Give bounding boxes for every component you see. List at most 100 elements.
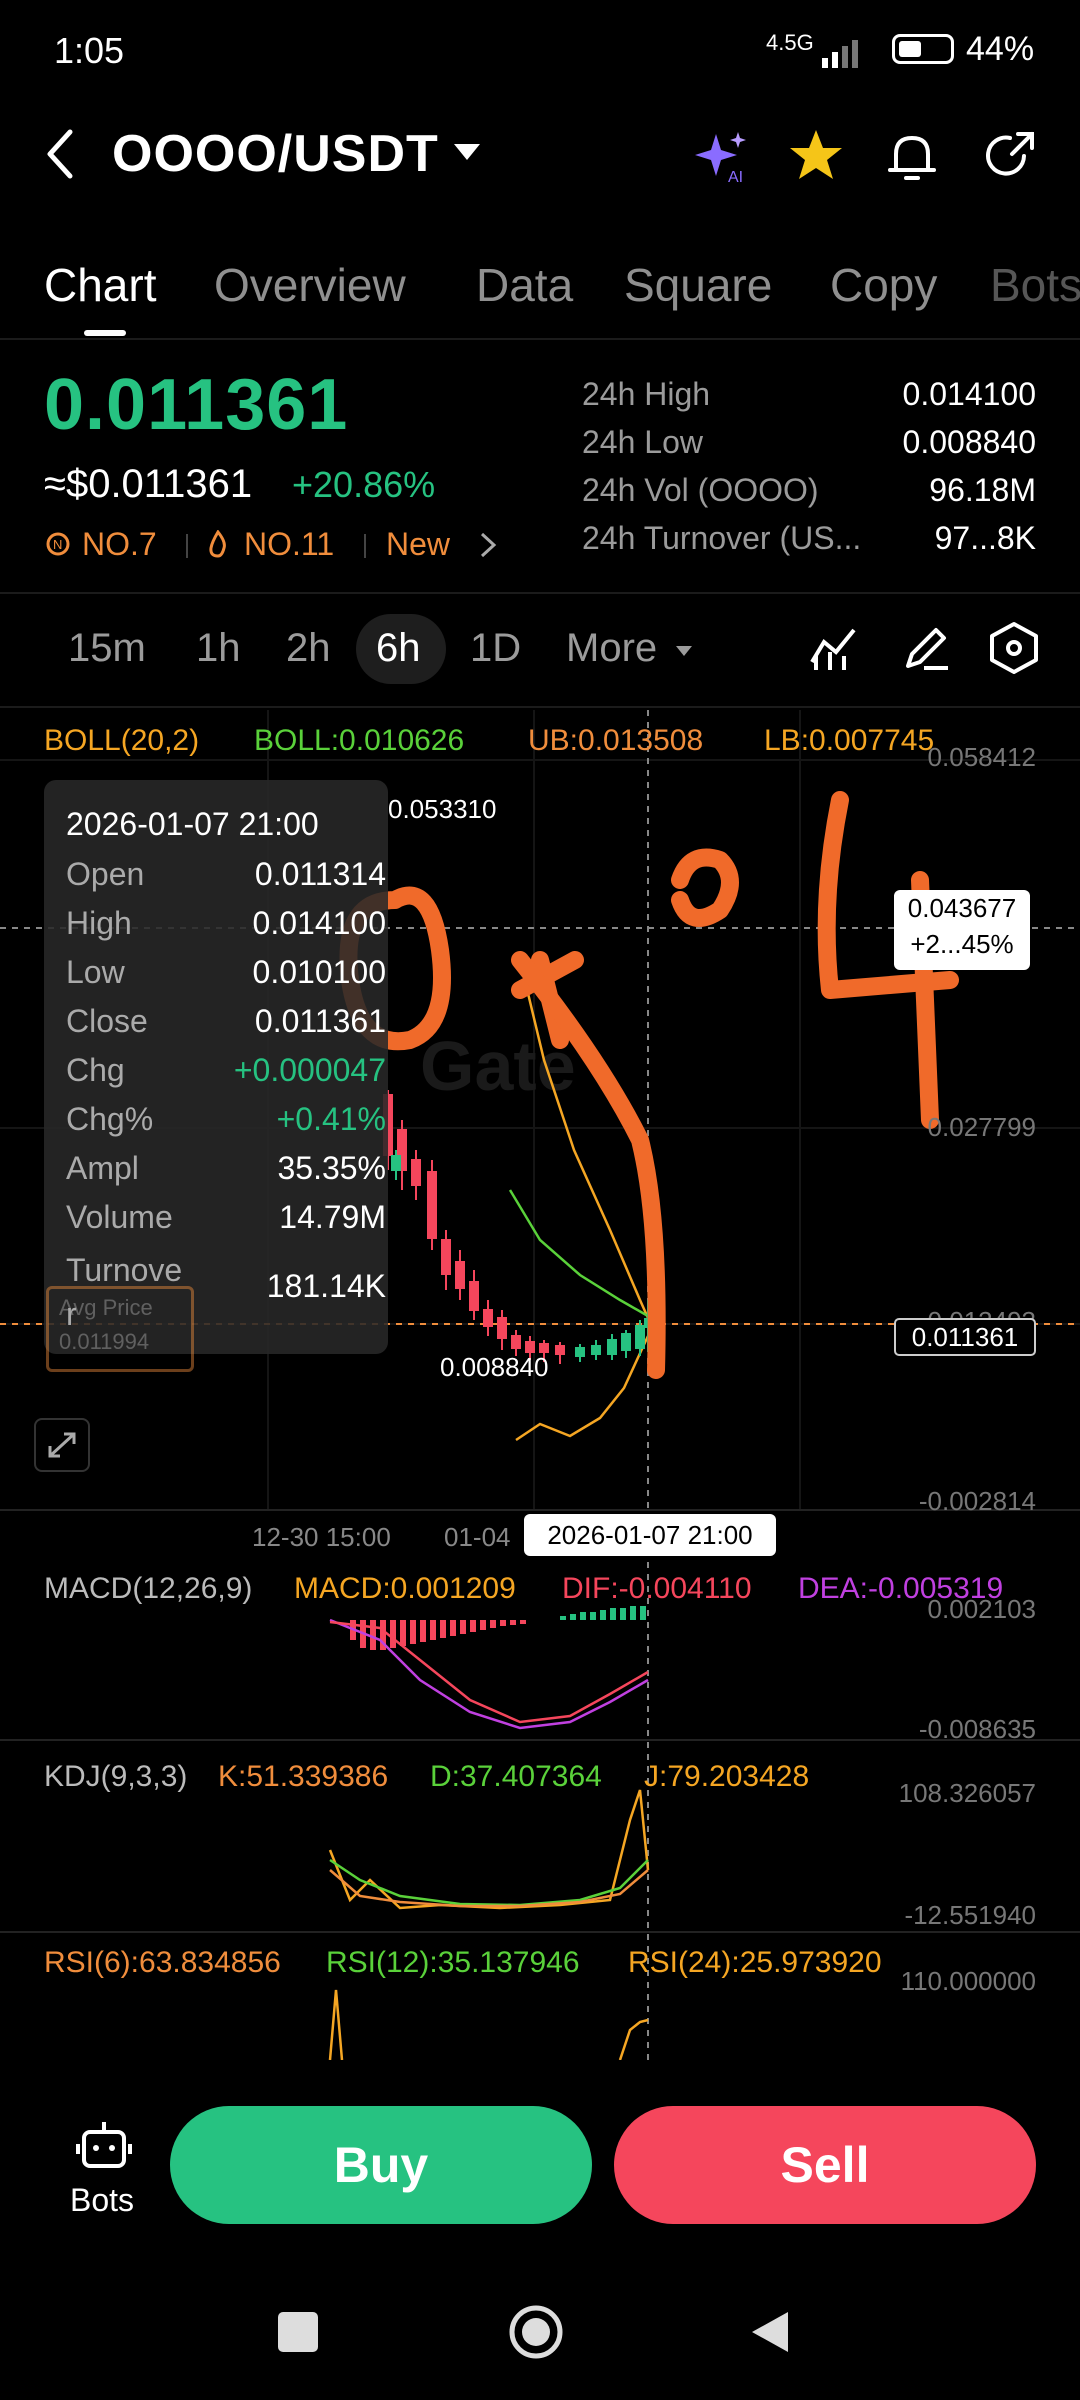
back-nav-icon[interactable] [748,2308,792,2356]
battery-icon [892,34,954,64]
flame-icon [206,529,230,563]
battery-percent: 44% [966,30,1035,68]
rank-badge-1[interactable]: NO.7 [82,526,157,563]
active-tab-indicator [84,330,126,336]
tooltip-value: 35.35% [277,1150,386,1186]
crosshair-date: 2026-01-07 21:00 [524,1514,776,1556]
macd-axis-bottom: -0.008635 [918,1714,1036,1744]
bell-icon[interactable] [882,126,942,186]
boll-value: BOLL:0.010626 [254,724,465,757]
interval-2h[interactable]: 2h [286,626,331,671]
stat-value: 96.18M [929,472,1036,508]
tab-chart[interactable]: Chart [44,258,156,312]
kdj-d: D:37.407364 [430,1760,602,1793]
x-axis-label: 01-04 [444,1522,511,1552]
rsi-6: RSI(6):63.834856 [44,1946,281,1979]
tooltip-value: +0.000047 [233,1052,386,1088]
interval-15m[interactable]: 15m [68,626,146,671]
new-badge[interactable]: New [386,526,450,563]
signal-icon [822,38,878,73]
stat-value: 0.008840 [902,424,1036,460]
buy-button[interactable]: Buy [170,2106,592,2224]
tab-overview[interactable]: Overview [214,258,406,312]
bots-label[interactable]: Bots [70,2182,134,2219]
draw-pen-icon[interactable] [900,622,952,679]
avg-price-value: 0.011994 [59,1329,150,1354]
network-indicator: 4.5G [766,30,814,55]
interval-1d[interactable]: 1D [470,626,521,671]
back-arrow-icon[interactable] [40,124,84,184]
tab-bots[interactable]: Bots [990,258,1080,312]
rsi-24: RSI(24):25.973920 [628,1946,882,1979]
ai-sparkle-icon[interactable]: AI [694,126,754,186]
chevron-right-icon[interactable] [478,530,498,565]
y-axis-label: 0.027799 [927,1112,1036,1142]
crosshair-price: 0.043677 [907,893,1017,923]
avg-price-label: Avg Price [59,1295,153,1320]
stat-label: 24h Vol (OOOO) [582,472,819,508]
rsi-axis-top: 110.000000 [900,1966,1036,1996]
fiat-price: ≈$0.011361 [44,462,253,506]
tooltip-value: 0.010100 [252,954,386,990]
stat-label: 24h Low [582,424,703,460]
settings-hexagon-icon[interactable] [988,620,1040,681]
tooltip-value: 0.014100 [252,905,386,941]
share-icon[interactable] [980,126,1040,186]
boll-ub: UB:0.013508 [528,724,704,757]
kdj-k: K:51.339386 [218,1760,389,1793]
trading-pair-title[interactable]: OOOO/USDT [112,124,439,184]
indicator-icon[interactable] [808,622,860,679]
recent-apps-icon[interactable] [278,2312,318,2352]
y-axis-label: 0.058412 [927,742,1036,772]
interval-1h[interactable]: 1h [196,626,241,671]
interval-more[interactable]: More [566,626,657,671]
bots-robot-icon[interactable] [76,2118,132,2174]
macd-dif: DIF:-0.004110 [562,1572,752,1605]
tooltip-label: Ampl [66,1150,139,1186]
kdj-axis-bottom: -12.551940 [904,1900,1036,1930]
star-icon[interactable] [786,126,846,186]
stat-value: 97...8K [934,520,1036,556]
status-time: 1:05 [54,30,125,71]
x-axis-label: 12-30 15:00 [252,1522,391,1552]
tooltip-value: 14.79M [279,1199,386,1235]
divider [364,534,366,558]
stat-value: 0.014100 [902,376,1036,412]
expand-icon[interactable] [34,1418,90,1472]
macd-axis-top: 0.002103 [927,1594,1036,1624]
pair-dropdown-icon[interactable] [454,144,480,160]
tab-copy[interactable]: Copy [830,258,937,312]
tooltip-value: +0.41% [276,1101,386,1137]
low-marker: 0.008840 [440,1352,549,1382]
sell-button[interactable]: Sell [614,2106,1036,2224]
price-change: +20.86% [292,464,436,505]
svg-text:N: N [53,537,62,552]
last-price: 0.011361 [44,365,349,445]
divider [186,534,188,558]
crosshair-change: +2...45% [910,929,1014,959]
rank-n-icon: N [46,532,70,561]
boll-lb: LB:0.007745 [764,724,935,757]
tooltip-label: Chg% [66,1101,154,1137]
tooltip-value: 181.14K [266,1268,386,1304]
tooltip-label: Open [66,856,145,892]
ai-badge: AI [728,169,743,186]
stat-label: 24h Turnover (US... [582,520,862,556]
kdj-name: KDJ(9,3,3) [44,1760,188,1793]
rsi-12: RSI(12):35.137946 [326,1946,580,1979]
tooltip-date: 2026-01-07 21:00 [66,806,319,842]
rank-badge-2[interactable]: NO.11 [244,526,334,563]
tooltip-value: 0.011361 [254,1003,386,1039]
interval-6h[interactable]: 6h [376,626,421,671]
home-icon[interactable] [508,2304,564,2360]
kdj-axis-top: 108.326057 [898,1778,1036,1808]
tooltip-label: Volume [66,1199,173,1235]
tab-square[interactable]: Square [624,258,772,312]
divider [0,592,1080,594]
tab-data[interactable]: Data [476,258,573,312]
macd-value: MACD:0.001209 [294,1572,516,1605]
avg-price-box: Avg Price 0.011994 [46,1286,194,1372]
tooltip-value: 0.011314 [254,856,386,892]
macd-name: MACD(12,26,9) [44,1572,253,1605]
more-caret-icon[interactable] [676,646,692,656]
